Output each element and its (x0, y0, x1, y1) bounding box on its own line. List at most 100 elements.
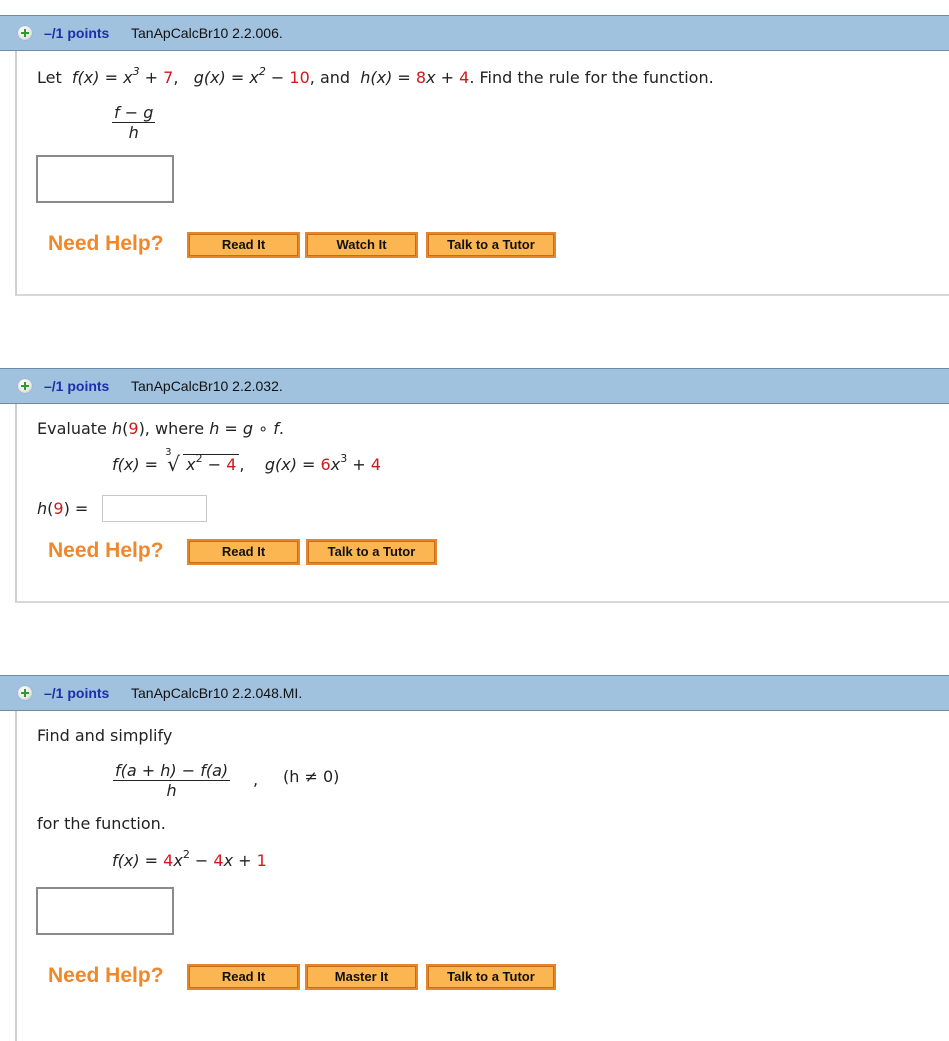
question-code: TanApCalcBr10 2.2.006. (131, 25, 283, 41)
button-label: Read It (189, 541, 298, 563)
exponent: 2 (182, 847, 190, 861)
coefficient: 4 (213, 851, 224, 870)
need-help-label: Need Help? (48, 539, 164, 562)
x-term: x (173, 851, 183, 870)
question-code: TanApCalcBr10 2.2.032. (131, 378, 283, 394)
master-it-button[interactable]: Master It (305, 964, 418, 990)
h-coefficient: 8 (415, 68, 427, 87)
answer-input[interactable] (36, 887, 174, 935)
period: . (278, 419, 284, 438)
f-exponent: 3 (132, 64, 140, 78)
points-label: –/1 points (44, 685, 110, 701)
question-prompt: Let f(x) = x3 + 7, g(x) = x2 − 10, and h… (37, 64, 714, 87)
talk-to-tutor-button[interactable]: Talk to a Tutor (426, 964, 556, 990)
need-help-label: Need Help? (48, 964, 164, 987)
watch-it-button[interactable]: Watch It (305, 232, 418, 258)
condition-text: (h ≠ 0) (283, 767, 340, 786)
prompt-continuation: for the function. (37, 814, 166, 833)
g-minus: − (265, 68, 290, 87)
g-plus: + (347, 455, 371, 474)
points-label: –/1 points (44, 25, 110, 41)
f-lhs: f(x) = x (71, 68, 133, 87)
composition: h = g ∘ f (209, 419, 279, 438)
separator: , (173, 68, 179, 87)
f-lhs: f(x) = (112, 455, 164, 474)
prompt-tail: . Find the rule for the function. (469, 68, 714, 87)
g-exponent: 2 (258, 64, 266, 78)
argument: 9 (128, 419, 139, 438)
radicand-constant: 4 (226, 455, 237, 474)
points-label: –/1 points (44, 378, 110, 394)
answer-input[interactable] (102, 495, 207, 522)
question-header: –/1 points TanApCalcBr10 2.2.048.MI. (0, 675, 949, 711)
question-header: –/1 points TanApCalcBr10 2.2.032. (0, 368, 949, 404)
question-prompt: Evaluate h(9), where h = g ∘ f. (37, 419, 284, 438)
answer-label: h(9) = (37, 499, 88, 518)
separator: , (239, 455, 245, 474)
fraction-numerator: f(a + h) − f(a) (113, 761, 231, 781)
talk-to-tutor-button[interactable]: Talk to a Tutor (306, 539, 437, 565)
need-help-label: Need Help? (48, 232, 164, 255)
button-label: Talk to a Tutor (428, 966, 554, 988)
prompt-text: Let (37, 68, 62, 87)
h-constant: 4 (459, 68, 470, 87)
g-lhs: g(x) = (264, 455, 321, 474)
equals: ) = (63, 499, 89, 518)
difference-quotient: f(a + h) − f(a) h (113, 761, 231, 801)
expand-plus-icon[interactable] (18, 686, 32, 700)
separator: , and (309, 68, 351, 87)
function-definitions: f(x) = 3 √ x2 − 4, g(x) = 6x3 + 4 (112, 447, 381, 476)
question-code: TanApCalcBr10 2.2.048.MI. (131, 685, 303, 701)
g-constant: 10 (289, 68, 310, 87)
h-x: x + (426, 68, 460, 87)
g-x: x (330, 455, 341, 474)
g-lhs: g(x) = x (193, 68, 259, 87)
radicand-x: x (186, 455, 196, 474)
read-it-button[interactable]: Read It (187, 964, 300, 990)
argument: 9 (53, 499, 64, 518)
x-term: x + (223, 851, 257, 870)
radicand-minus: − (202, 455, 227, 474)
expand-plus-icon[interactable] (18, 379, 32, 393)
question-prompt: Find and simplify (37, 726, 173, 745)
question-header: –/1 points TanApCalcBr10 2.2.006. (0, 15, 949, 51)
prompt-text: Evaluate (37, 419, 112, 438)
fraction-expression: f − g h (112, 103, 156, 143)
prompt-text: ), where (138, 419, 210, 438)
button-label: Talk to a Tutor (428, 234, 554, 256)
button-label: Watch It (307, 234, 416, 256)
fraction-denominator: h (166, 781, 177, 800)
answer-input[interactable] (36, 155, 174, 203)
radicand-exponent: 2 (195, 451, 203, 465)
fraction-comma: , (253, 770, 259, 789)
read-it-button[interactable]: Read It (187, 539, 300, 565)
cube-root: 3 √ x2 − 4 (163, 447, 240, 476)
f-lhs: f(x) = (112, 851, 164, 870)
constant: 1 (256, 851, 267, 870)
f-constant: 7 (163, 68, 174, 87)
function-definition: f(x) = 4x2 − 4x + 1 (112, 847, 267, 870)
g-definition: g(x) = x2 (193, 64, 266, 87)
talk-to-tutor-button[interactable]: Talk to a Tutor (426, 232, 556, 258)
minus: − (189, 851, 214, 870)
f-definition: f(x) = x3 (71, 64, 140, 87)
h-lhs: h(x) = (360, 68, 416, 87)
radical-sign-icon: √ (167, 452, 180, 476)
g-coefficient: 6 (320, 455, 331, 474)
g-exponent: 3 (340, 451, 348, 465)
button-label: Read It (189, 966, 298, 988)
read-it-button[interactable]: Read It (187, 232, 300, 258)
radicand: x2 − 4 (183, 451, 240, 474)
button-label: Read It (189, 234, 298, 256)
g-constant: 4 (370, 455, 381, 474)
coefficient: 4 (163, 851, 174, 870)
f-plus: + (139, 68, 164, 87)
fraction-denominator: h (128, 123, 139, 142)
expand-plus-icon[interactable] (18, 26, 32, 40)
condition: (h ≠ 0) (283, 767, 339, 786)
h-symbol: h (111, 419, 123, 438)
fraction-numerator: f − g (112, 103, 156, 123)
button-label: Master It (307, 966, 416, 988)
h-symbol: h (37, 499, 48, 518)
button-label: Talk to a Tutor (308, 541, 435, 563)
